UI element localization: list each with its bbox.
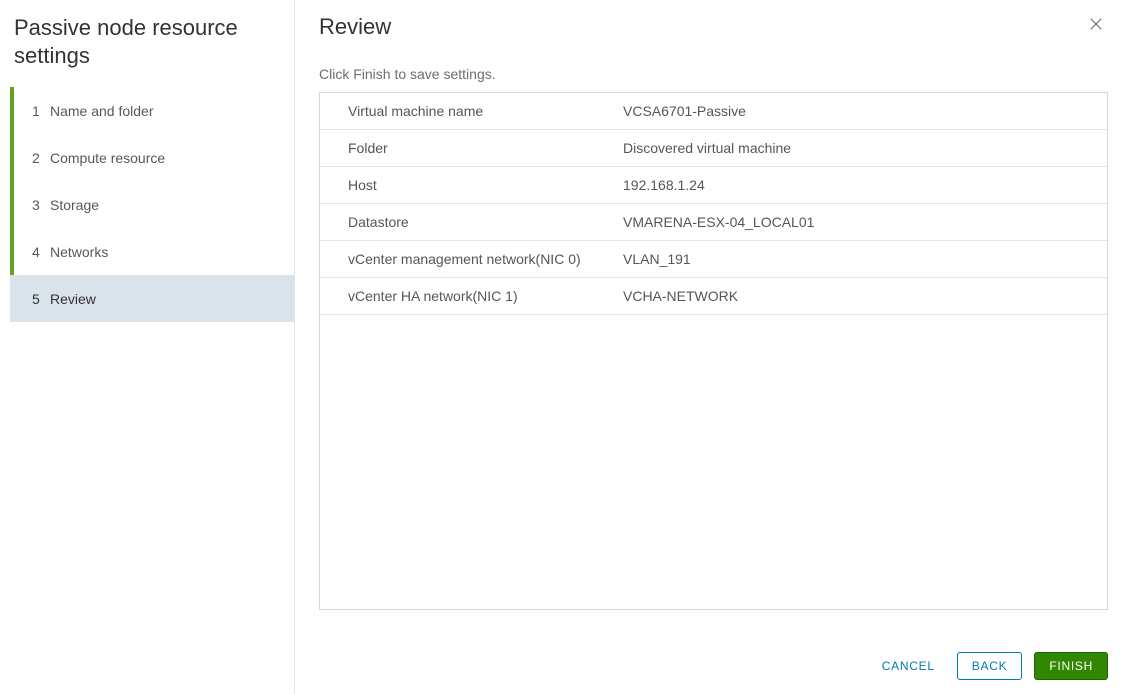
review-label: Datastore [320, 204, 615, 240]
review-label: Virtual machine name [320, 93, 615, 129]
finish-button[interactable]: FINISH [1034, 652, 1108, 680]
wizard-steps: 1 Name and folder 2 Compute resource 3 S… [10, 87, 294, 322]
review-row-datastore: Datastore VMARENA-ESX-04_LOCAL01 [320, 204, 1107, 241]
review-summary: Virtual machine name VCSA6701-Passive Fo… [319, 92, 1108, 610]
review-row-vm-name: Virtual machine name VCSA6701-Passive [320, 93, 1107, 130]
step-storage[interactable]: 3 Storage [10, 181, 294, 228]
review-label: Folder [320, 130, 615, 166]
step-number: 2 [32, 150, 50, 166]
step-review[interactable]: 5 Review [10, 275, 294, 322]
cancel-button[interactable]: CANCEL [872, 653, 945, 679]
step-number: 5 [32, 291, 50, 307]
wizard-main: Review Click Finish to save settings. Vi… [295, 0, 1122, 694]
wizard-title: Passive node resource settings [10, 8, 294, 87]
review-row-ha-network: vCenter HA network(NIC 1) VCHA-NETWORK [320, 278, 1107, 315]
review-label: vCenter HA network(NIC 1) [320, 278, 615, 314]
review-row-folder: Folder Discovered virtual machine [320, 130, 1107, 167]
review-value: VCSA6701-Passive [615, 93, 1107, 129]
review-row-mgmt-network: vCenter management network(NIC 0) VLAN_1… [320, 241, 1107, 278]
review-row-host: Host 192.168.1.24 [320, 167, 1107, 204]
wizard-sidebar: Passive node resource settings 1 Name an… [0, 0, 295, 694]
step-name-and-folder[interactable]: 1 Name and folder [10, 87, 294, 134]
step-label: Networks [50, 244, 108, 260]
step-label: Storage [50, 197, 99, 213]
review-value: VLAN_191 [615, 241, 1107, 277]
step-label: Compute resource [50, 150, 165, 166]
review-label: Host [320, 167, 615, 203]
wizard-dialog: Passive node resource settings 1 Name an… [0, 0, 1122, 694]
review-value: VCHA-NETWORK [615, 278, 1107, 314]
page-title: Review [319, 10, 391, 40]
close-button[interactable] [1084, 12, 1108, 36]
review-value: VMARENA-ESX-04_LOCAL01 [615, 204, 1107, 240]
review-label: vCenter management network(NIC 0) [320, 241, 615, 277]
review-value: Discovered virtual machine [615, 130, 1107, 166]
step-compute-resource[interactable]: 2 Compute resource [10, 134, 294, 181]
step-number: 3 [32, 197, 50, 213]
review-value: 192.168.1.24 [615, 167, 1107, 203]
step-label: Review [50, 291, 96, 307]
instruction-text: Click Finish to save settings. [319, 66, 1108, 82]
step-number: 4 [32, 244, 50, 260]
main-header: Review [319, 10, 1108, 40]
step-label: Name and folder [50, 103, 154, 119]
step-networks[interactable]: 4 Networks [10, 228, 294, 275]
step-number: 1 [32, 103, 50, 119]
close-icon [1089, 17, 1103, 31]
back-button[interactable]: BACK [957, 652, 1023, 680]
wizard-footer: CANCEL BACK FINISH [319, 610, 1108, 680]
